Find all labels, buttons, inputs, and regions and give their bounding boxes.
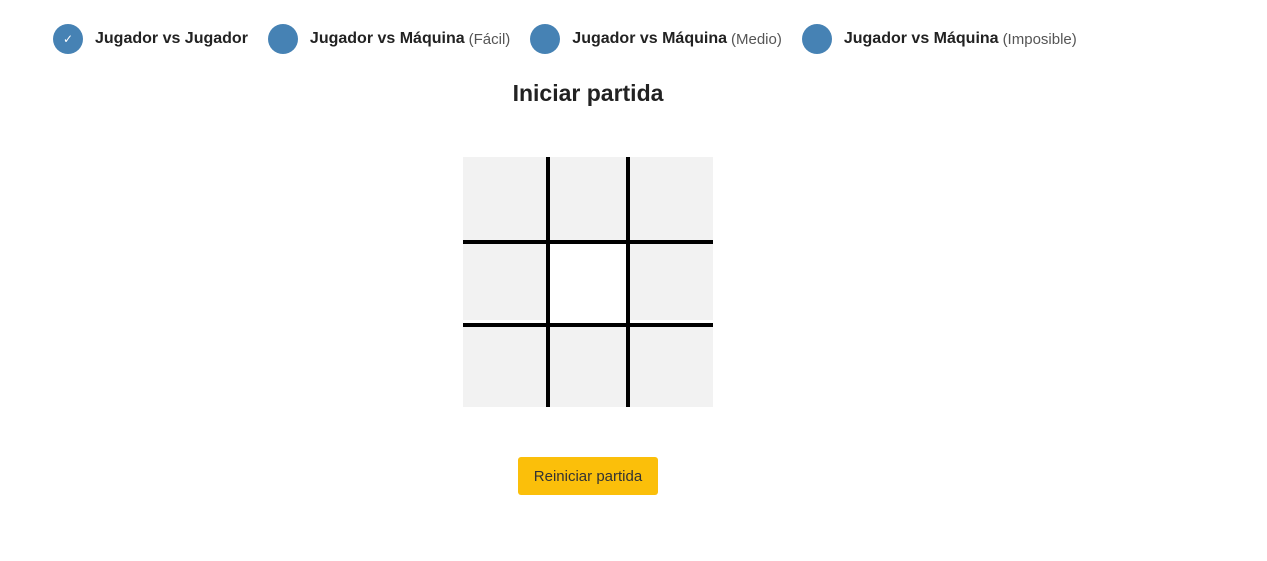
board-cell-2[interactable] (550, 157, 626, 240)
tic-tac-toe-board (463, 157, 713, 407)
board-cell-7[interactable] (463, 324, 546, 407)
mode-label: Jugador vs Jugador (95, 30, 248, 47)
reset-game-button[interactable]: Reiniciar partida (518, 457, 658, 495)
game-mode-selector: ✓ Jugador vs Jugador Jugador vs Máquina … (53, 24, 1097, 54)
board-cell-6[interactable] (630, 244, 713, 320)
radio-button[interactable] (801, 24, 832, 54)
radio-selected-check-icon[interactable]: ✓ (53, 24, 83, 54)
grid-line-horizontal (463, 323, 713, 327)
mode-level: (Medio) (731, 30, 782, 48)
mode-level: (Fácil) (468, 30, 511, 48)
grid-line-vertical (626, 157, 630, 407)
page: ✓ Jugador vs Jugador Jugador vs Máquina … (0, 0, 1267, 561)
board-cell-4[interactable] (463, 244, 546, 320)
mode-option-pvc-easy[interactable]: Jugador vs Máquina (Fácil) (267, 24, 511, 54)
mode-label: Jugador vs Máquina (843, 30, 999, 47)
radio-button[interactable] (530, 24, 561, 54)
mode-label: Jugador vs Máquina (309, 30, 465, 47)
mode-level: (Imposible) (1002, 30, 1077, 48)
mode-option-pvp[interactable]: ✓ Jugador vs Jugador (53, 24, 248, 54)
grid-line-vertical (546, 157, 550, 407)
board-cell-9[interactable] (630, 324, 713, 407)
grid-line-horizontal (463, 240, 713, 244)
radio-button[interactable] (267, 24, 298, 54)
board-cell-1[interactable] (463, 157, 546, 240)
board-cell-3[interactable] (630, 157, 713, 240)
mode-label: Jugador vs Máquina (572, 30, 727, 47)
game-status-title: Iniciar partida (512, 80, 664, 106)
board-cell-5[interactable] (550, 244, 626, 320)
board-cell-8[interactable] (550, 324, 626, 407)
mode-option-pvc-medium[interactable]: Jugador vs Máquina (Medio) (530, 24, 782, 54)
mode-option-pvc-impossible[interactable]: Jugador vs Máquina (Imposible) (801, 24, 1077, 54)
